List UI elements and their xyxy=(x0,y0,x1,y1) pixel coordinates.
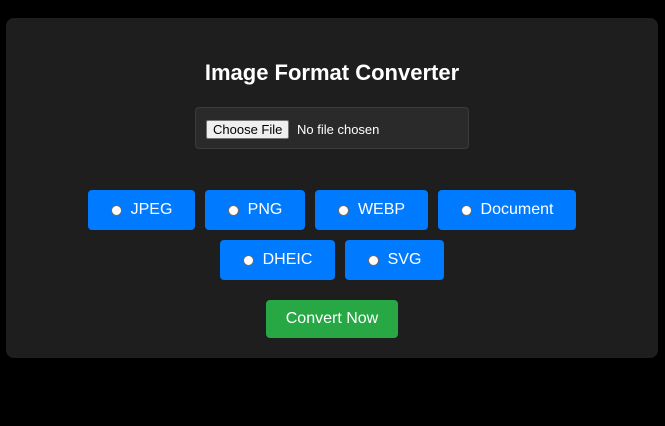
format-option-label: DHEIC xyxy=(262,251,313,268)
jpeg-radio[interactable] xyxy=(110,204,122,216)
format-option-png[interactable]: PNG xyxy=(205,190,305,230)
choose-file-button[interactable]: Choose File xyxy=(206,120,290,139)
png-radio[interactable] xyxy=(227,204,239,216)
format-option-document[interactable]: Document xyxy=(438,190,576,230)
format-option-label: JPEG xyxy=(130,201,173,218)
webp-radio[interactable] xyxy=(337,204,349,216)
format-option-jpeg[interactable]: JPEG xyxy=(88,190,195,230)
page-title: Image Format Converter xyxy=(204,60,460,85)
format-option-webp[interactable]: WEBP xyxy=(315,190,428,230)
dheic-radio[interactable] xyxy=(242,254,254,266)
svg-radio[interactable] xyxy=(367,254,379,266)
format-option-label: SVG xyxy=(387,251,422,268)
format-option-label: Document xyxy=(480,201,554,218)
converter-card: Image Format Converter Choose File No fi… xyxy=(6,18,658,358)
format-option-svg[interactable]: SVG xyxy=(345,240,444,280)
format-option-label: WEBP xyxy=(357,201,406,218)
format-option-dheic[interactable]: DHEIC xyxy=(220,240,335,280)
file-input[interactable]: Choose File No file chosen xyxy=(195,107,469,149)
file-status-text: No file chosen xyxy=(297,122,380,137)
convert-now-button[interactable]: Convert Now xyxy=(266,300,398,338)
document-radio[interactable] xyxy=(460,204,472,216)
format-option-label: PNG xyxy=(247,201,283,218)
